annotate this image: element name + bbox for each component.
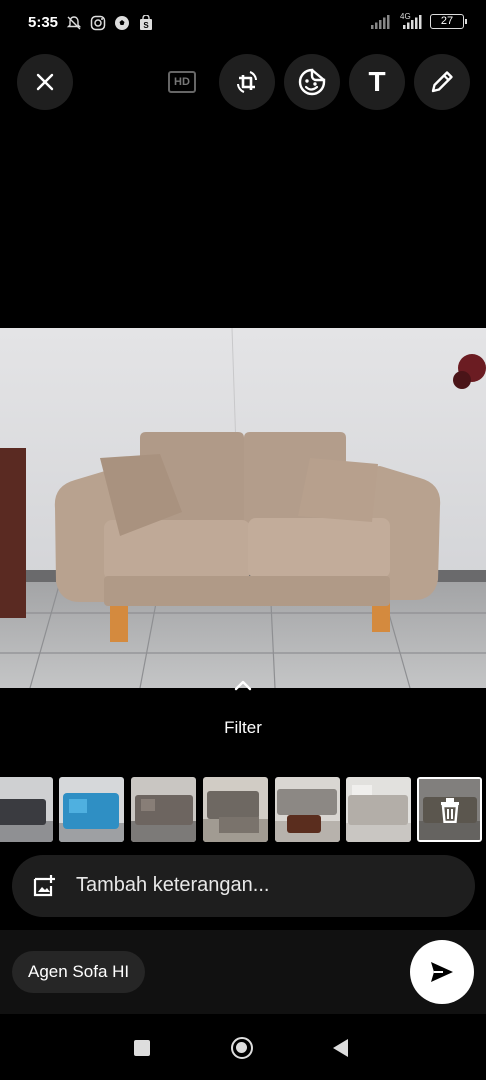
system-nav-bar: [0, 1014, 486, 1080]
recipient-chip[interactable]: Agen Sofa HI: [12, 951, 146, 993]
hd-icon: HD: [168, 71, 196, 93]
send-row: Agen Sofa HI: [0, 930, 486, 1014]
trash-icon: [440, 797, 459, 823]
thumbnail-delete-overlay[interactable]: [419, 779, 480, 840]
shop-bag-icon: S: [140, 15, 152, 30]
thumbnail-image: [59, 777, 124, 842]
media-thumbnail[interactable]: [0, 777, 53, 842]
sticker-icon: [298, 68, 326, 96]
svg-text:S: S: [143, 21, 149, 30]
editor-toolbar: HD T: [0, 54, 486, 110]
send-icon: [431, 962, 453, 982]
battery-indicator: 27: [430, 14, 467, 29]
back-button[interactable]: [333, 1039, 348, 1057]
network-type-label: 4G: [400, 11, 411, 21]
media-thumbnail[interactable]: [346, 777, 411, 842]
recents-button[interactable]: [134, 1040, 150, 1056]
thumbnail-image: [131, 777, 196, 842]
media-thumbnail-selected[interactable]: [417, 777, 482, 842]
text-icon: T: [368, 66, 386, 97]
mute-bell-icon: [66, 16, 82, 30]
status-bar: 5:35 S 4G 27: [0, 0, 486, 48]
signal-4g: 4G: [398, 11, 422, 29]
send-button[interactable]: [410, 940, 474, 1004]
crop-rotate-icon: [237, 71, 257, 93]
media-thumbnail[interactable]: [59, 777, 124, 842]
media-thumbnail[interactable]: [131, 777, 196, 842]
media-thumbnail[interactable]: [275, 777, 340, 842]
pencil-icon: [431, 71, 453, 93]
battery-level: 27: [440, 15, 454, 27]
status-time: 5:35: [28, 14, 59, 31]
filter-label[interactable]: Filter: [0, 718, 486, 738]
pencil-draw-button[interactable]: [414, 54, 470, 110]
close-icon: [36, 73, 54, 91]
close-button[interactable]: [17, 54, 73, 110]
instagram-icon: [90, 15, 106, 31]
signal-icon-1: [371, 14, 390, 29]
hd-quality-button[interactable]: HD: [154, 54, 210, 110]
caption-input[interactable]: Tambah keterangan...: [12, 855, 475, 917]
thumbnail-image: [203, 777, 268, 842]
crop-rotate-button[interactable]: [219, 54, 275, 110]
add-image-icon[interactable]: [32, 874, 56, 898]
status-system-icons: 4G 27: [370, 11, 467, 29]
status-notification-icons: S: [66, 15, 154, 31]
sticker-button[interactable]: [284, 54, 340, 110]
thumbnail-image: [0, 777, 53, 842]
filter-expand-chevron-icon[interactable]: [233, 678, 253, 692]
media-thumbnail-strip: [0, 777, 486, 843]
media-thumbnail[interactable]: [203, 777, 268, 842]
text-tool-button[interactable]: T: [349, 54, 405, 110]
thumbnail-image: [346, 777, 411, 842]
soccer-ball-icon: [115, 16, 129, 30]
home-button[interactable]: [231, 1037, 253, 1059]
caption-placeholder: Tambah keterangan...: [76, 874, 270, 896]
sofa-photo: [0, 328, 486, 688]
photo-preview[interactable]: [0, 328, 486, 688]
thumbnail-image: [275, 777, 340, 842]
